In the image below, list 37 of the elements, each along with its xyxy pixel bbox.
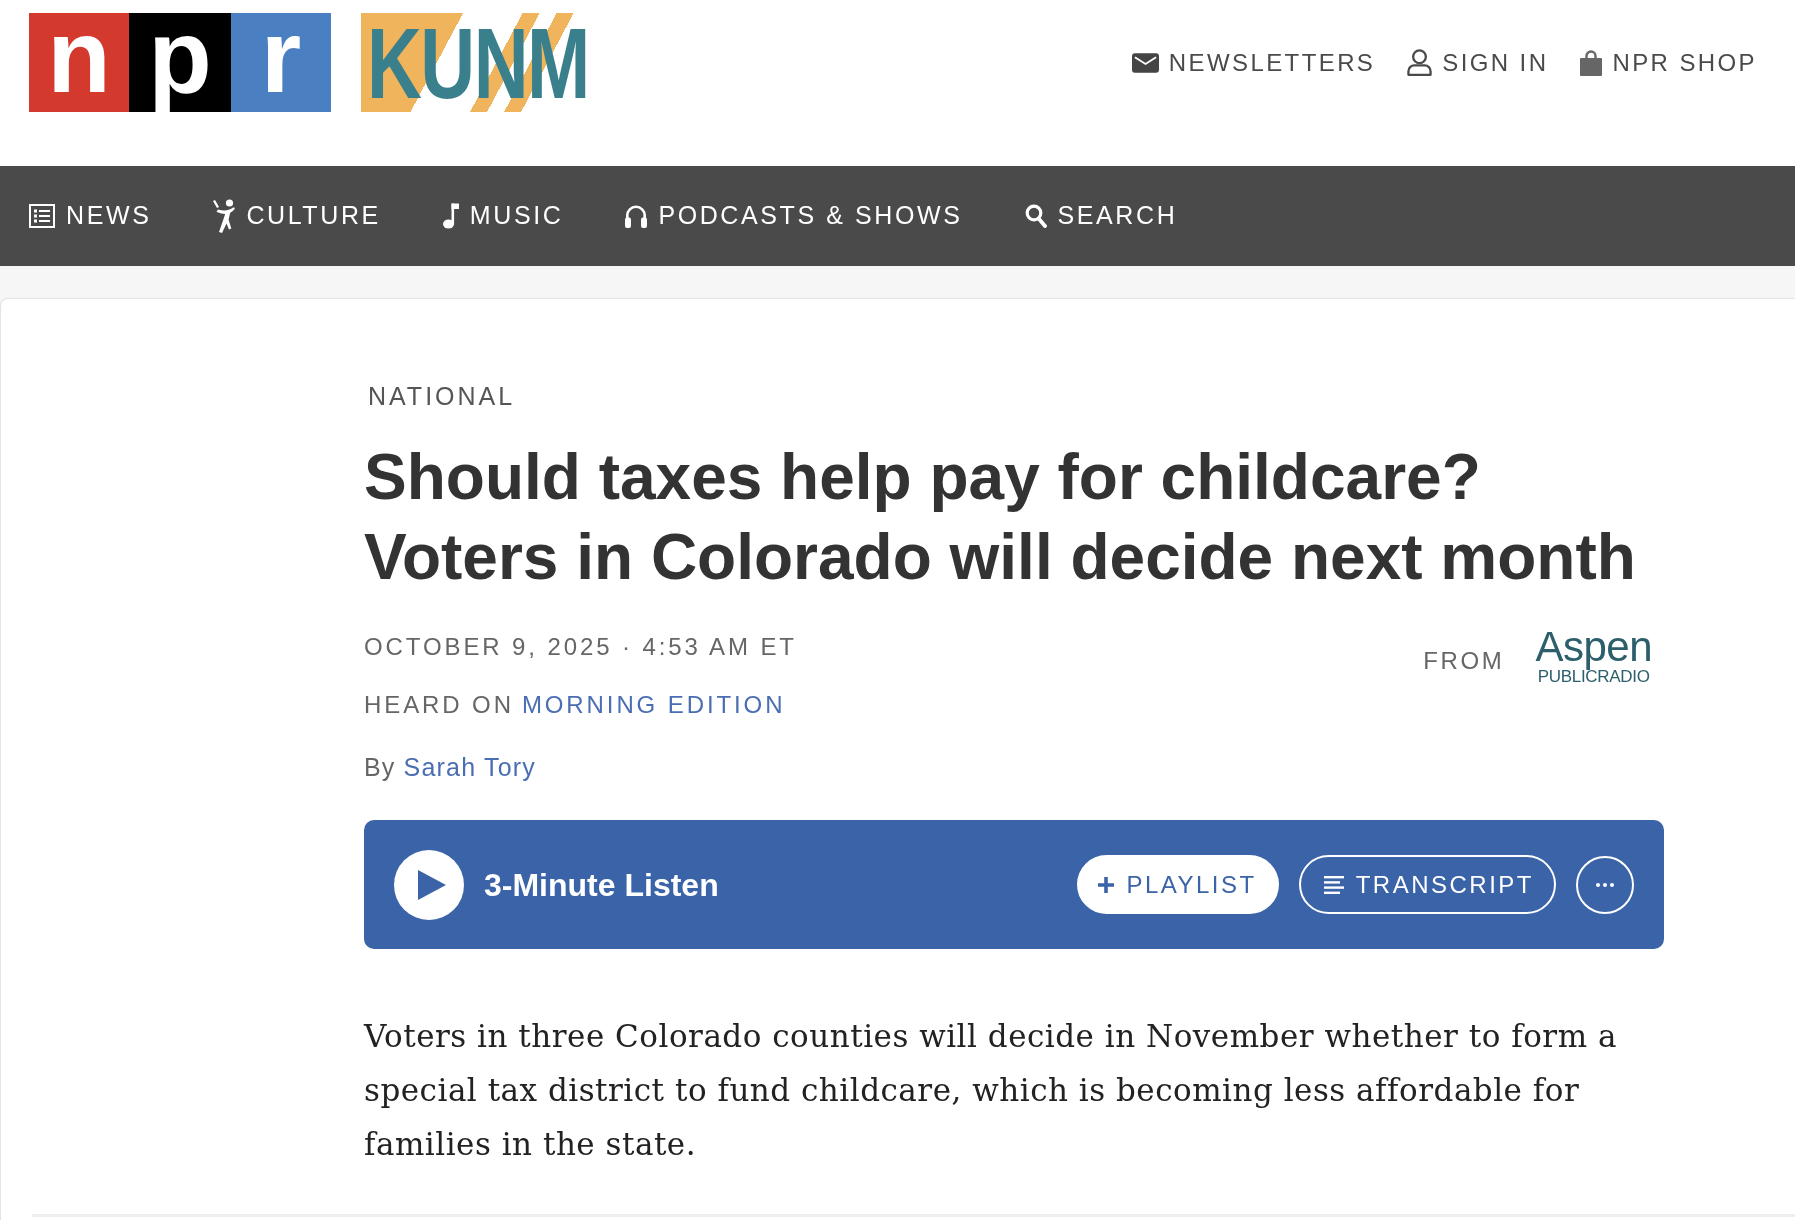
search-icon [1024, 204, 1047, 228]
lines-icon [1323, 875, 1344, 894]
newsletters-link[interactable]: NEWSLETTERS [1131, 44, 1376, 81]
play-icon [418, 869, 446, 900]
heard-on-label: HEARD ON [364, 690, 514, 720]
nav-link[interactable]: SEARCH [1024, 197, 1178, 235]
more-button[interactable] [1576, 855, 1634, 914]
sign-in-link[interactable]: SIGN IN [1407, 44, 1549, 81]
playlist-button[interactable]: PLAYLIST [1077, 855, 1279, 914]
music-note-icon [442, 203, 459, 229]
ellipsis-icon [1596, 882, 1614, 887]
source-label: FROM [1423, 646, 1505, 676]
envelope-icon [1131, 52, 1159, 73]
audio-title: 3-Minute Listen [484, 865, 719, 905]
logo-letter-tile: r [231, 13, 331, 112]
article-paragraph: Voters in three Colorado counties will decide in November whether to form a special tax district to fund childcare, which is becoming less affordable for families in the state. [364, 1017, 1618, 1164]
plus-icon [1098, 876, 1115, 893]
nav-link[interactable]: CULTURE [213, 197, 381, 235]
nav-link[interactable]: NEWS [29, 197, 152, 235]
logo-letter-tile: p [129, 13, 231, 112]
shopping-bag-icon [1580, 49, 1603, 76]
list-box-icon [29, 204, 55, 228]
article-title: Should taxes help pay for childcare? Voters in Colorado will decide next month [364, 440, 1637, 595]
program-link[interactable]: MORNING EDITION [521, 685, 786, 725]
shop-link[interactable]: NPR SHOP [1580, 44, 1757, 81]
transcript-button[interactable]: TRANSCRIPT [1298, 855, 1556, 914]
dancer-icon [213, 199, 236, 233]
source-logo[interactable]: Aspen PUBLICRADIO [1535, 627, 1652, 687]
author-link[interactable]: Sarah Tory [403, 747, 536, 787]
nav-link[interactable]: PODCASTS & SHOWS [625, 197, 963, 235]
section-link[interactable]: NATIONAL [368, 381, 516, 411]
person-icon [1407, 49, 1433, 76]
headphones-icon [625, 204, 648, 228]
byline-label: By [364, 752, 396, 783]
nav-link[interactable]: MUSIC [442, 197, 564, 235]
logo-letter-tile: n [29, 13, 129, 112]
dateline: OCTOBER 9, 2025 · 4:53 AM ET [364, 632, 797, 662]
